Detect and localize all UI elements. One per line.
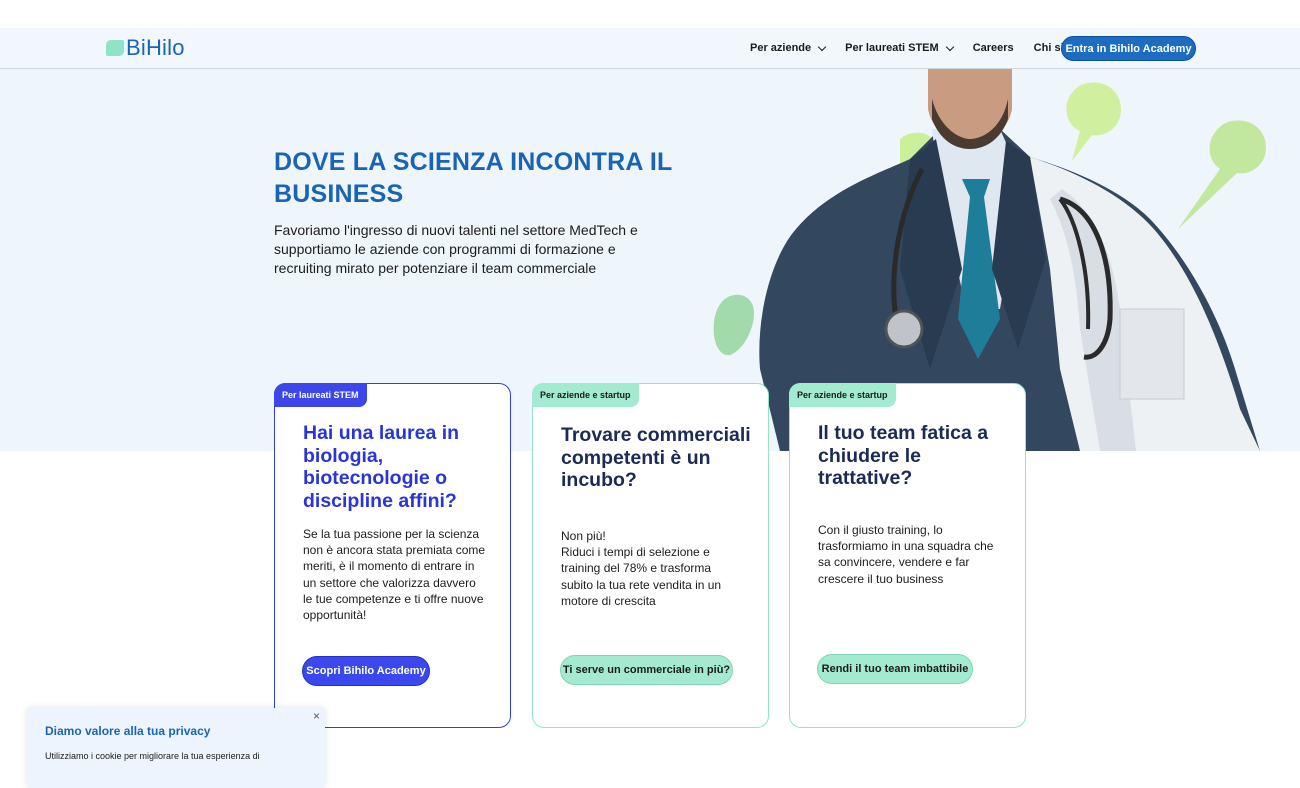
card-body: Con il giusto training, lo trasformiamo …: [818, 523, 994, 586]
nav-item-per-aziende[interactable]: Per aziende: [750, 42, 827, 54]
page: BiHilo Per aziende Per laureati STEM Car…: [0, 0, 1300, 788]
privacy-title: Diamo valore alla tua privacy: [45, 724, 211, 738]
brand-logo[interactable]: BiHilo: [106, 36, 185, 60]
hero-title: DOVE LA SCIENZA INCONTRA IL BUSINESS: [274, 148, 673, 208]
card-body: Se la tua passione per la scienza non è …: [303, 527, 486, 623]
team-imbattibile-button[interactable]: Rendi il tuo team imbattibile: [817, 654, 973, 684]
card-body-line: Riduci i tempi di selezione e training d…: [561, 545, 722, 608]
card-title: Hai una laurea in biologia, biotecnologi…: [303, 422, 460, 512]
commerciale-in-piu-button[interactable]: Ti serve un commerciale in più?: [560, 655, 733, 685]
scopri-academy-button[interactable]: Scopri Bihilo Academy: [302, 656, 430, 686]
nav-item-careers[interactable]: Careers: [973, 42, 1014, 54]
card-title: Trovare commerciali competenti è un incu…: [561, 424, 751, 491]
card-aziende-team: Per aziende e startup Il tuo team fatica…: [789, 383, 1026, 728]
card-tag: Per laureati STEM: [274, 383, 367, 407]
chevron-down-icon: [945, 42, 954, 51]
privacy-text: Utilizziamo i cookie per migliorare la t…: [45, 751, 260, 761]
nav-item-label: Per laureati STEM: [845, 42, 939, 54]
card-aziende-commerciali: Per aziende e startup Trovare commercial…: [532, 383, 769, 728]
site-header: BiHilo Per aziende Per laureati STEM Car…: [0, 28, 1300, 69]
card-tag: Per aziende e startup: [789, 383, 896, 407]
main-nav: Per aziende Per laureati STEM Careers Ch…: [750, 28, 1106, 68]
logo-mark-icon: [106, 40, 124, 56]
nav-item-per-laureati-stem[interactable]: Per laureati STEM: [845, 42, 954, 54]
nav-item-label: Careers: [972, 42, 1014, 54]
privacy-banner: Diamo valore alla tua privacy × Utilizzi…: [27, 708, 325, 788]
card-body-line: Non più!: [561, 529, 606, 543]
card-tag: Per aziende e startup: [532, 383, 639, 407]
card-laureati-stem: Per laureati STEM Hai una laurea in biol…: [274, 383, 511, 728]
nav-item-label: Per aziende: [750, 42, 812, 54]
card-title: Il tuo team fatica a chiudere le trattat…: [818, 422, 989, 489]
brand-name: BiHilo: [126, 35, 185, 60]
card-body: Non più! Riduci i tempi di selezione e t…: [561, 528, 746, 609]
close-icon[interactable]: ×: [313, 709, 320, 723]
hero-subtitle: Favoriamo l'ingresso di nuovi talenti ne…: [274, 222, 638, 276]
academy-cta-button[interactable]: Entra in Bihilo Academy: [1061, 36, 1196, 61]
chevron-down-icon: [817, 42, 827, 51]
